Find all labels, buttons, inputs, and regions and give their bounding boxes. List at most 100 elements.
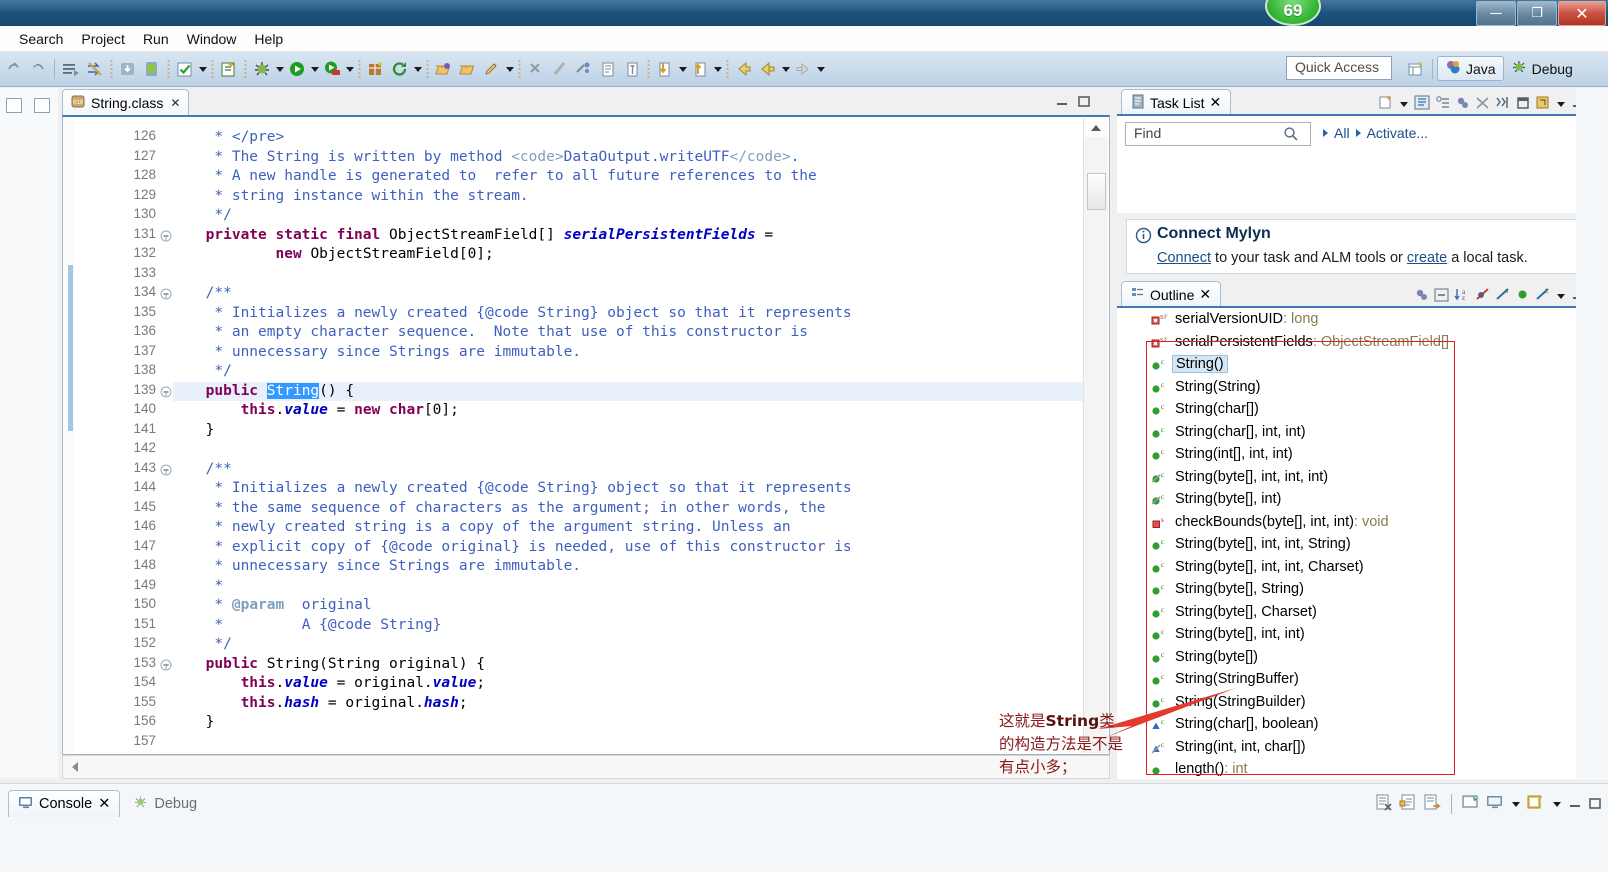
redo-icon[interactable]: [26, 57, 50, 81]
undo-icon[interactable]: [2, 57, 26, 81]
code-line[interactable]: * newly created string is a copy of the …: [162, 518, 790, 538]
hide-non-public-icon[interactable]: [1515, 287, 1530, 305]
code-line[interactable]: * Initializes a newly created {@code Str…: [162, 479, 851, 499]
breadcrumb-all[interactable]: All: [1334, 125, 1350, 141]
breadcrumb-activate[interactable]: Activate...: [1367, 125, 1428, 141]
menu-window[interactable]: Window: [178, 28, 246, 50]
code-line[interactable]: * A {@code String}: [162, 616, 441, 636]
outline-item[interactable]: c String(byte[], int, int, String): [1117, 533, 1608, 556]
code-line[interactable]: */: [162, 362, 231, 382]
debug-icon[interactable]: [250, 57, 274, 81]
editor-tab-close-icon[interactable]: ✕: [170, 96, 180, 110]
open-type-icon[interactable]: [432, 57, 456, 81]
code-line[interactable]: * A new handle is generated to refer to …: [162, 167, 816, 187]
scroll-lock-icon[interactable]: [1399, 794, 1417, 814]
editor-vscroll-thumb[interactable]: [1087, 173, 1106, 210]
bottom-maximize-icon[interactable]: [1588, 796, 1602, 813]
maximize-button[interactable]: ❐: [1517, 1, 1557, 26]
skip-breakpoints-icon[interactable]: [83, 57, 107, 81]
restore-package-explorer-icon[interactable]: [6, 98, 22, 113]
collapse-all-icon[interactable]: [1495, 95, 1511, 113]
menu-project[interactable]: Project: [72, 28, 134, 50]
restore-view-icon[interactable]: [34, 98, 50, 113]
task-list-close-icon[interactable]: ✕: [1209, 94, 1221, 111]
debug-dropdown[interactable]: [274, 57, 285, 81]
menu-search[interactable]: Search: [10, 28, 72, 50]
code-line[interactable]: * explicit copy of {@code original} is n…: [162, 538, 851, 558]
android-sdk-manager-icon[interactable]: [116, 57, 140, 81]
display-selected-console-icon[interactable]: [1486, 794, 1504, 814]
code-line[interactable]: * an empty character sequence. Note that…: [162, 323, 808, 343]
restore-task-icon[interactable]: [1535, 95, 1550, 113]
search-icon[interactable]: [1283, 126, 1299, 145]
outline-view-menu-icon[interactable]: [1555, 284, 1566, 308]
run-icon[interactable]: [285, 57, 309, 81]
open-perspective-icon[interactable]: [1404, 57, 1428, 81]
focus-on-workweek-icon[interactable]: [1455, 95, 1470, 113]
outline-item[interactable]: c String(): [1117, 353, 1608, 376]
minimize-task-list-icon[interactable]: [1516, 96, 1530, 113]
clear-filter-icon[interactable]: [1475, 95, 1490, 113]
clear-console-icon[interactable]: [1375, 794, 1393, 814]
code-line[interactable]: * @param original: [162, 596, 371, 616]
next-edit-dropdown[interactable]: [677, 57, 688, 81]
code-line[interactable]: */: [162, 206, 231, 226]
code-line[interactable]: private static final ObjectStreamField[]…: [162, 226, 773, 246]
outline-tab[interactable]: Outline ✕: [1121, 281, 1222, 307]
refresh-icon[interactable]: [388, 57, 412, 81]
search-dropdown[interactable]: [504, 57, 515, 81]
show-console-on-output-icon[interactable]: [1423, 794, 1441, 814]
editor-code-lines[interactable]: * </pre> * The String is written by meth…: [162, 117, 1083, 754]
code-line[interactable]: * string instance within the stream.: [162, 187, 528, 207]
run-dropdown[interactable]: [309, 57, 320, 81]
code-line[interactable]: public String(String original) {: [162, 655, 485, 675]
forward-arrow-icon[interactable]: [791, 57, 815, 81]
code-line[interactable]: this.value = original.value;: [162, 674, 485, 694]
run-as-server-dropdown[interactable]: [344, 57, 355, 81]
code-line[interactable]: this.hash = original.hash;: [162, 694, 468, 714]
new-java-package-icon[interactable]: [364, 57, 388, 81]
code-line[interactable]: *: [162, 577, 223, 597]
build-all-icon[interactable]: [59, 57, 83, 81]
back-history-icon[interactable]: [732, 57, 756, 81]
outline-item[interactable]: S F serialVersionUID : long: [1117, 308, 1608, 331]
perspective-java[interactable]: Java: [1437, 56, 1504, 81]
console-close-icon[interactable]: ✕: [98, 796, 110, 812]
editor-horizontal-scrollbar[interactable]: [62, 755, 1110, 779]
outline-item[interactable]: c String(byte[], int, int, Charset): [1117, 556, 1608, 579]
open-console-icon[interactable]: [1527, 794, 1545, 814]
outline-item[interactable]: c String(int[], int, int): [1117, 443, 1608, 466]
last-edit-location-icon[interactable]: [572, 57, 596, 81]
outline-item[interactable]: c String(String): [1117, 376, 1608, 399]
outline-item[interactable]: c String(byte[], Charset): [1117, 601, 1608, 624]
code-line[interactable]: * Initializes a newly created {@code Str…: [162, 304, 851, 324]
outline-item[interactable]: length() : int: [1117, 758, 1608, 779]
close-button[interactable]: ✕: [1558, 1, 1606, 26]
scroll-up-icon[interactable]: [1084, 118, 1108, 137]
android-avd-manager-icon[interactable]: [140, 57, 164, 81]
toggle-mark-occurrences-icon[interactable]: [596, 57, 620, 81]
new-task-icon[interactable]: [1378, 95, 1393, 113]
tab-console[interactable]: Console ✕: [8, 790, 121, 817]
outline-item[interactable]: c String(byte[], int, int, int): [1117, 466, 1608, 489]
next-annotation-icon[interactable]: [548, 57, 572, 81]
outline-item[interactable]: c String(byte[]): [1117, 646, 1608, 669]
focus-on-active-task-icon[interactable]: [1414, 287, 1429, 305]
mylyn-connect-link[interactable]: Connect: [1157, 250, 1211, 266]
code-line[interactable]: }: [162, 713, 215, 733]
scheduled-presentation-icon[interactable]: [1435, 95, 1450, 113]
hide-local-icon[interactable]: L: [1535, 287, 1550, 305]
code-line[interactable]: * The String is written by method <code>…: [162, 148, 799, 168]
new-task-dropdown[interactable]: [1398, 92, 1409, 116]
outline-item[interactable]: c String(byte[], String): [1117, 578, 1608, 601]
code-line[interactable]: }: [162, 421, 215, 441]
code-line[interactable]: * the same sequence of characters as the…: [162, 499, 825, 519]
outline-item[interactable]: s checkBounds(byte[], int, int) : void: [1117, 511, 1608, 534]
back-dropdown[interactable]: [780, 57, 791, 81]
quick-access-input[interactable]: Quick Access: [1286, 56, 1392, 80]
menu-help[interactable]: Help: [245, 28, 292, 50]
previous-edit-icon[interactable]: [688, 57, 712, 81]
code-line[interactable]: */: [162, 635, 231, 655]
sort-icon[interactable]: az: [1454, 287, 1470, 305]
editor-tab-string-class[interactable]: 010 String.class ✕: [62, 89, 190, 116]
